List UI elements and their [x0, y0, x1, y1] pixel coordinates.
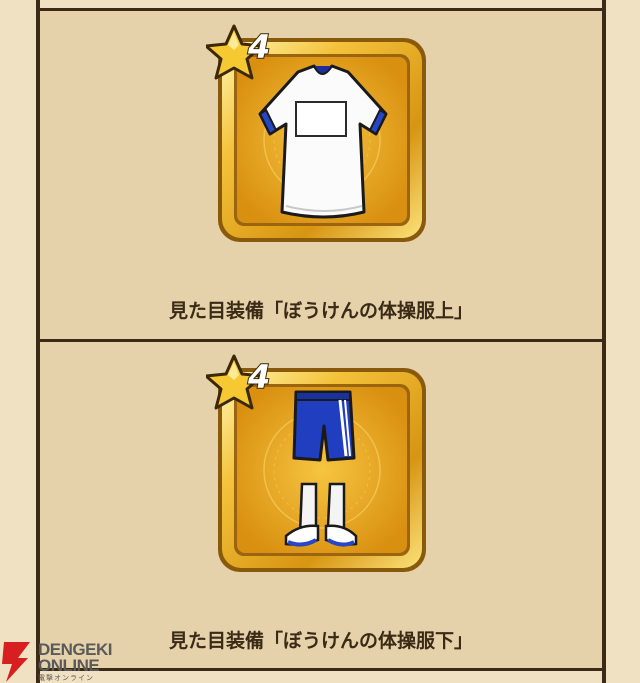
rarity-value: 4: [247, 27, 271, 67]
rarity-badge: 4: [206, 354, 286, 410]
rarity-badge: 4: [206, 24, 286, 80]
item-card-2[interactable]: 4: [206, 354, 428, 574]
lightning-logo-icon: [2, 642, 30, 682]
list-right-border: [602, 0, 606, 683]
rarity-value: 4: [247, 357, 271, 397]
dengeki-online-watermark: DENGEKI ONLINE 電撃オンライン: [0, 640, 130, 683]
item-card-1[interactable]: 4: [206, 24, 428, 244]
item-list-screen: 4 見た目装備「ぼうけんの体操服上」 4 見た目装備「ぼうけんの体操服下」 DE…: [0, 0, 640, 683]
watermark-line-3: 電撃オンライン: [38, 675, 94, 682]
item-title-1: 見た目装備「ぼうけんの体操服上」: [168, 300, 473, 322]
